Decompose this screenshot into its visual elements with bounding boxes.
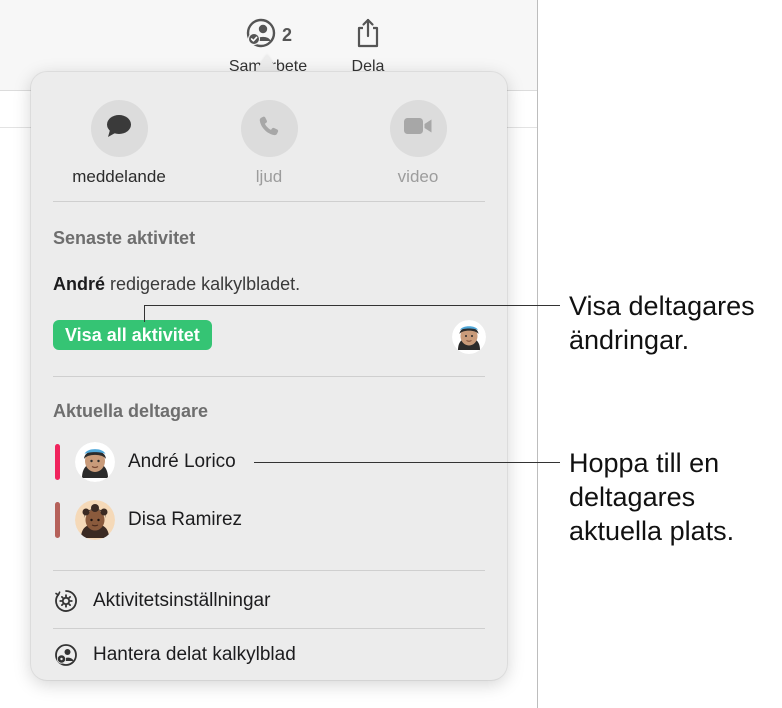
video-label: video: [397, 167, 439, 186]
callout-leader-line: [254, 462, 560, 463]
activity-user: André: [53, 274, 106, 294]
participant-name: André Lorico: [128, 451, 236, 472]
audio-circle: [240, 100, 298, 157]
manage-shared-label: Hantera delat kalkylblad: [93, 644, 296, 665]
callout-leader-line: [144, 305, 145, 322]
callout-show-changes: Visa deltagares ändringar.: [569, 291, 755, 355]
divider: [53, 570, 485, 571]
avatar: [75, 442, 115, 482]
activity-settings-icon: [53, 588, 79, 614]
callout-leader-line: [144, 305, 560, 306]
participant-name: Disa Ramirez: [128, 509, 243, 530]
activity-settings-label: Aktivitetsinställningar: [93, 590, 271, 611]
divider: [53, 628, 485, 629]
participant-color-bar: [55, 502, 60, 538]
share-button[interactable]: Dela: [340, 18, 396, 76]
divider: [53, 201, 485, 202]
show-all-activity-button[interactable]: Visa all aktivitet: [53, 320, 212, 350]
audio-button[interactable]: ljud: [209, 100, 329, 187]
phone-icon: [258, 115, 280, 142]
callout-jump-to-location: Hoppa till en deltagares aktuella plats.: [569, 448, 735, 546]
collaborate-icon: [244, 16, 278, 55]
video-circle: [389, 100, 447, 157]
communication-options: meddelande ljud video: [31, 100, 507, 190]
audio-label: ljud: [255, 167, 283, 186]
message-button[interactable]: meddelande: [59, 100, 179, 187]
message-icon: [105, 113, 133, 144]
video-camera-icon: [403, 116, 433, 141]
activity-entry: André redigerade kalkylbladet.: [53, 274, 300, 295]
activity-avatar: [452, 320, 486, 354]
message-label: meddelande: [72, 167, 166, 186]
avatar: [75, 500, 115, 540]
collaborator-count: 2: [281, 24, 292, 45]
popover-arrow: [254, 55, 280, 73]
video-button[interactable]: video: [358, 100, 478, 187]
participant-item[interactable]: Disa Ramirez: [53, 500, 473, 540]
divider: [53, 376, 485, 377]
activity-settings-menu-item[interactable]: Aktivitetsinställningar: [53, 586, 483, 616]
current-participants-title: Aktuella deltagare: [53, 401, 209, 421]
manage-shared-menu-item[interactable]: Hantera delat kalkylblad: [53, 640, 483, 670]
recent-activity-title: Senaste aktivitet: [53, 228, 196, 248]
collaboration-popover: meddelande ljud video Senaste aktivitet …: [31, 72, 507, 680]
participant-color-bar: [55, 444, 60, 480]
activity-description: redigerade kalkylbladet.: [110, 274, 301, 294]
manage-shared-icon: [53, 642, 79, 668]
message-circle: [90, 100, 148, 157]
share-icon: [355, 17, 381, 54]
